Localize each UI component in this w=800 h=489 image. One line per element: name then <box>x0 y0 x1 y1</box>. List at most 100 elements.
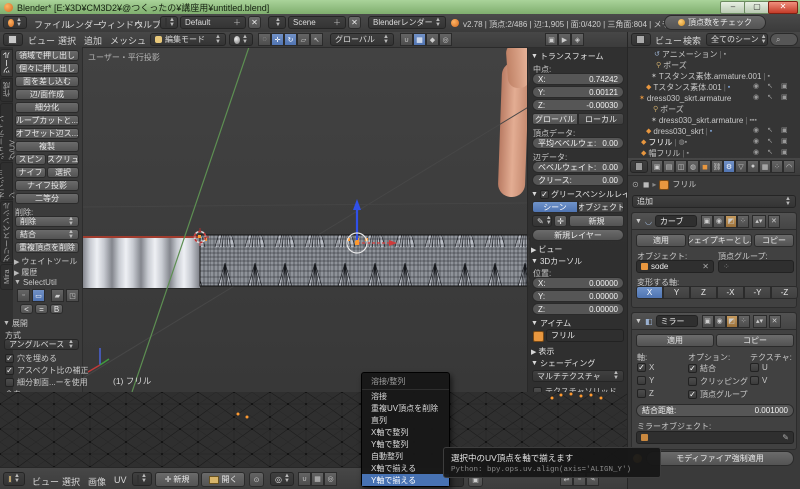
screen-layout-icon[interactable]: ▲ ▼ <box>160 16 178 29</box>
item-panel-header[interactable]: ▼ アイテム <box>531 318 571 329</box>
space-global-button[interactable]: グローバル <box>532 113 578 125</box>
render-camera-icon-3[interactable]: ▣ <box>781 126 788 134</box>
gp-draw-mode[interactable]: ✎ ▲ ▼ <box>532 215 552 227</box>
outliner-editor-type[interactable] <box>631 33 651 46</box>
gp-object-button[interactable]: オブジェクト <box>578 201 624 213</box>
fill-holes-checkbox[interactable] <box>5 354 14 363</box>
selectutil-less-button[interactable]: < <box>20 304 33 314</box>
menu-item-straighten[interactable]: 直列 <box>362 414 449 426</box>
axis-x-button[interactable]: X <box>636 286 663 299</box>
median-x-field[interactable]: X: 0.74242 <box>532 73 624 85</box>
screen-layout-field[interactable]: Default ＋ <box>180 16 246 29</box>
shading-mode-select[interactable]: マルチテクスチャ ▲ ▼ <box>532 370 624 382</box>
mirror-x-checkbox[interactable] <box>637 363 646 372</box>
unwrap-fill-holes[interactable]: 穴を埋める <box>5 353 57 364</box>
crease-field[interactable]: クリース: 0.00 <box>532 174 624 186</box>
uv-magnet-icon[interactable]: ∪ <box>298 472 311 486</box>
tab-shading-uv[interactable]: シェーディング/UV <box>0 103 17 161</box>
manipulator-rotate-icon[interactable]: ↻ <box>284 33 297 46</box>
uv-menu-uv[interactable]: UV <box>114 475 127 485</box>
tab-render-icon[interactable]: ▣ <box>651 160 663 173</box>
tab-object-icon[interactable]: ◼ <box>699 160 711 173</box>
eye-icon-3[interactable]: ◉ <box>753 126 759 134</box>
gp-scene-button[interactable]: シーン <box>532 201 578 213</box>
mirror-cage-toggle[interactable]: ⁘ <box>737 314 750 328</box>
mirror-tex-v[interactable]: V <box>750 376 767 385</box>
outliner-row-frill[interactable]: ◆ フリル | ◍▪ <box>641 137 687 147</box>
outliner-row-pose2[interactable]: ⚲ ポーズ <box>653 104 684 114</box>
curve-move-up-down[interactable]: ▴▾ <box>751 214 766 228</box>
render-camera-icon-4[interactable]: ▣ <box>781 137 788 145</box>
mirror-modifier-name-field[interactable]: ミラー <box>655 315 698 327</box>
uv-proportional-icon[interactable]: ◎ <box>324 472 337 486</box>
eye-icon-4[interactable]: ◉ <box>753 137 759 145</box>
outliner-row-pose1[interactable]: ⚲ ポーズ <box>656 60 687 70</box>
render-camera-icon-2[interactable]: ▣ <box>781 93 788 101</box>
grease-pencil-panel-header[interactable]: ▼グリースペンシルレイ... <box>531 189 637 200</box>
mirror-move-up-down[interactable]: ▴▾ <box>752 314 767 328</box>
tool-knife[interactable]: ナイフ <box>15 167 46 178</box>
uv-image-browse[interactable]: ▲ ▼ <box>132 472 152 486</box>
tab-tools[interactable]: ツール <box>0 49 13 77</box>
view3d-menu-select[interactable]: 選択 <box>58 34 76 47</box>
mirror-copy-button[interactable]: コピー <box>716 334 794 347</box>
selectutil-mode-icon[interactable]: ◳ <box>66 289 79 302</box>
menu-item-weld[interactable]: 溶接 <box>362 390 449 402</box>
outliner-row-armature-data2[interactable]: ✶ dress030_skrt.armature | ▪▪▪ <box>651 115 757 125</box>
tex-u-checkbox[interactable] <box>750 363 759 372</box>
unwrap-method-select[interactable]: アングルベース ▲ ▼ <box>4 339 79 350</box>
snap-element-icon[interactable]: ▦ <box>413 33 426 46</box>
mirror-view-toggle[interactable]: ◉ <box>713 314 726 328</box>
gp-add-icon-button[interactable]: ✛ <box>554 215 567 227</box>
outliner-menu-search[interactable]: 検索 <box>683 34 701 47</box>
selectutil-b-button[interactable]: B <box>50 304 63 314</box>
item-name-field[interactable]: フリル <box>546 329 624 342</box>
check-vertex-count-button[interactable]: 頂点数をチェック <box>664 15 766 30</box>
uv-menu-image[interactable]: 画像 <box>88 475 106 488</box>
uv-open-image-button[interactable]: 開く <box>201 472 245 487</box>
render-engine-select[interactable]: Blenderレンダー ▲ ▼ <box>368 16 446 29</box>
menu-file[interactable]: ファイル <box>34 18 70 31</box>
select-arrow-icon-5[interactable]: ↖ <box>767 148 773 156</box>
orientation-selector[interactable]: グローバル ▲ ▼ <box>330 33 394 46</box>
bevel-weight-field[interactable]: 平均ベベルウェ: 0.00 <box>532 137 624 149</box>
manipulator-translate-icon[interactable]: ✛ <box>271 33 284 46</box>
outliner-row-tstance-object[interactable]: ◆ Tスタンス素体.001 | ▪ <box>646 82 730 92</box>
force-apply-modifier-button[interactable]: モディファイア強制適用 <box>646 451 794 466</box>
menu-item-straighten-x[interactable]: X軸で整列 <box>362 426 449 438</box>
merge-limit-field[interactable]: 結合距離: 0.001000 <box>636 404 794 417</box>
tool-loop-cut[interactable]: ループカットと... <box>15 115 79 126</box>
select-arrow-icon-4[interactable]: ↖ <box>767 137 773 145</box>
space-local-button[interactable]: ローカル <box>578 113 624 125</box>
cursor-panel-header[interactable]: ▼ 3Dカーソル <box>531 256 582 267</box>
outliner-row-hat-frill[interactable]: ◆ 帽フリル | ▪ <box>641 148 689 158</box>
mirror-delete-icon[interactable]: ✕ <box>768 314 781 328</box>
eyedropper-icon[interactable]: ✎ <box>782 433 789 442</box>
curve-modifier-header[interactable]: ▼ ◡ カーブ ▣ ◉ ◩ ⁘ ▴▾ ✕ <box>632 213 796 230</box>
scene-icon[interactable]: ▲ ▼ <box>268 16 286 29</box>
shading-panel-header[interactable]: ▼ シェーディング <box>531 358 595 369</box>
mirror-tex-u[interactable]: U <box>750 363 768 372</box>
tool-bisect[interactable]: 二等分 <box>15 193 79 204</box>
mirror-modifier-header[interactable]: ▼ ◧ ミラー ▣ ◉ ◩ ⁘ ▴▾ ✕ <box>632 313 796 330</box>
selectutil-face-icon[interactable]: ▰ <box>51 289 64 302</box>
selectutil-edge-icon[interactable]: ▭ <box>32 289 45 302</box>
transform-panel-header[interactable]: ▼ トランスフォーム <box>531 51 604 62</box>
subsurf-checkbox[interactable] <box>5 378 14 387</box>
menu-item-remove-doubles-uv[interactable]: 重複UV頂点を削除 <box>362 402 449 414</box>
axis-y-button[interactable]: Y <box>663 286 690 299</box>
view3d-menu-add[interactable]: 追加 <box>84 34 102 47</box>
cursor-x-field[interactable]: X: 0.00000 <box>532 277 624 289</box>
tab-particles-icon[interactable]: ⁘ <box>771 160 783 173</box>
gp-new-layer-button[interactable]: 新規レイヤー <box>532 229 624 241</box>
tab-physics-icon[interactable]: ◠ <box>783 160 795 173</box>
menu-item-align-auto[interactable]: 自動整列 <box>362 450 449 462</box>
curve-modifier-name-field[interactable]: カーブ <box>654 215 697 227</box>
menu-render[interactable]: レンダー <box>66 18 102 31</box>
outliner-search-field[interactable]: ⌕ <box>770 33 798 46</box>
uv-new-image-button[interactable]: ✛ 新規 <box>155 472 199 487</box>
view3d-menu-view[interactable]: ビュー <box>28 34 55 47</box>
snap-target-icon[interactable]: ◆ <box>426 33 439 46</box>
mirror-axis-z[interactable]: Z <box>637 389 654 398</box>
add-modifier-button[interactable]: 追加 ▲ ▼ <box>632 195 796 208</box>
